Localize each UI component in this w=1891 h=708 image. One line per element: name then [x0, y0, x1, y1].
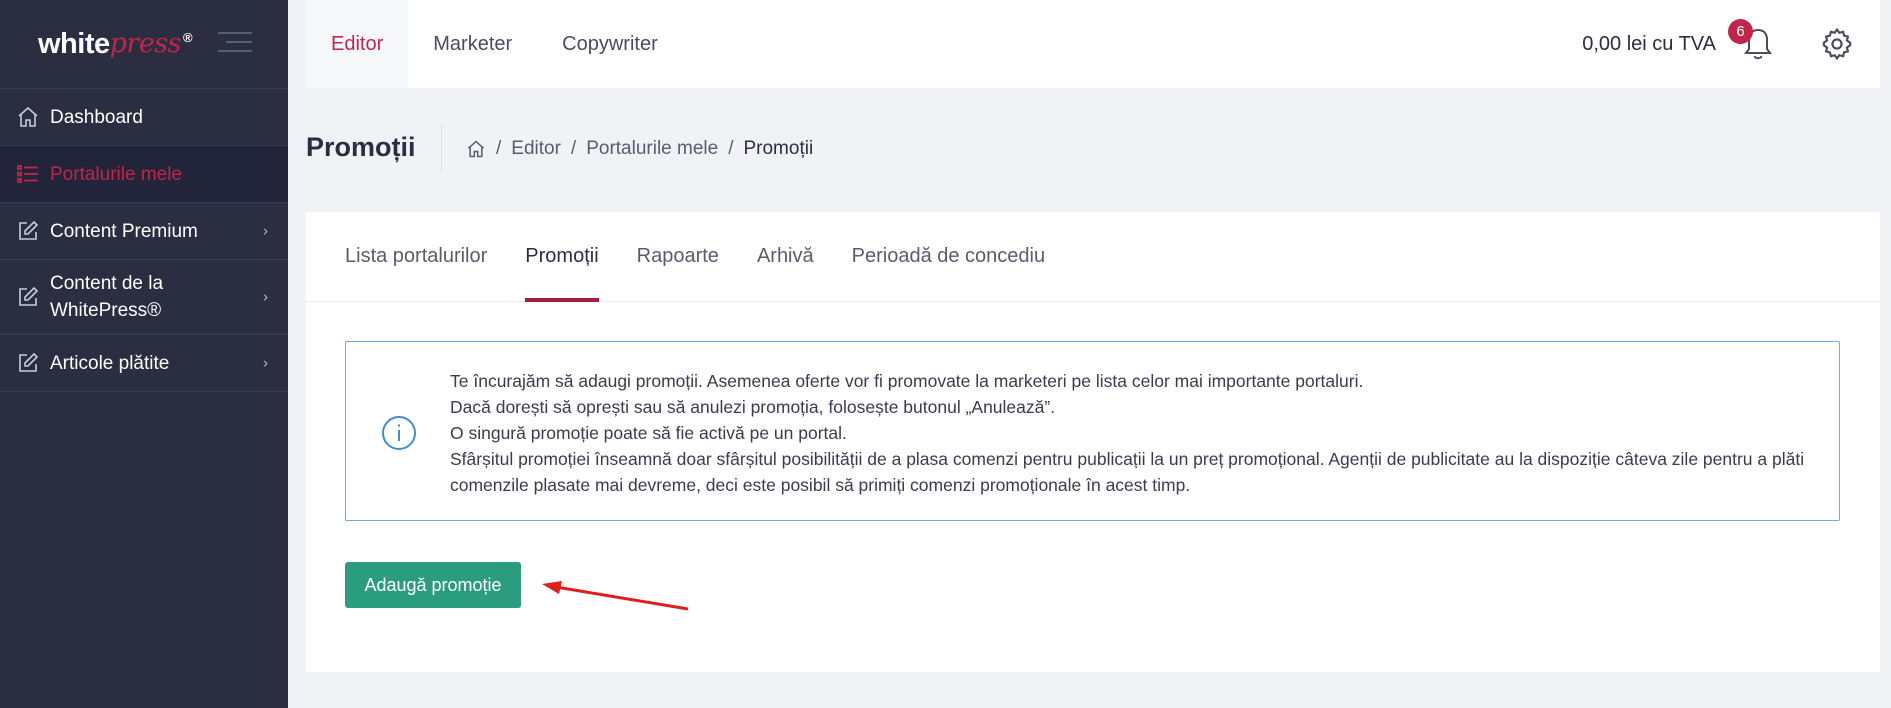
sidebar-item-portalurile-mele[interactable]: Portalurile mele	[0, 146, 288, 203]
sidebar: white press ® Dashboard Portalurile mele C…	[0, 0, 288, 708]
home-icon	[18, 106, 38, 127]
tab-promotii[interactable]: Promoții	[525, 212, 600, 302]
info-line: Dacă dorești să oprești sau să anulezi p…	[450, 397, 1056, 417]
edit-icon	[19, 220, 39, 240]
account-balance[interactable]: 0,00 lei cu TVA	[1582, 33, 1716, 56]
info-line: Te încurajăm să adaugi promoții. Asemene…	[450, 371, 1364, 391]
sidebar-item-label: Content Premium	[50, 220, 198, 242]
top-bar: Editor Marketer Copywriter 0,00 lei cu T…	[306, 0, 1880, 88]
breadcrumb: / Editor / Portalurile mele / Promoții	[466, 138, 813, 160]
breadcrumb-portalurile-mele[interactable]: Portalurile mele	[586, 138, 718, 160]
info-box: Te încurajăm să adaugi promoții. Asemene…	[345, 341, 1840, 521]
brand-area: white press ®	[0, 0, 288, 89]
chevron-right-icon: ›	[263, 288, 268, 306]
tab-lista-portalurilor[interactable]: Lista portalurilor	[345, 212, 487, 301]
chevron-right-icon: ›	[263, 354, 268, 372]
sidebar-item-articole-platite[interactable]: Articole plătite ›	[0, 335, 288, 392]
sidebar-item-label: Content de la WhitePress®	[50, 273, 164, 321]
menu-toggle-icon[interactable]	[218, 32, 252, 56]
page-title: Promoții	[306, 132, 416, 162]
sidebar-item-label: Articole plătite	[50, 352, 170, 374]
top-right-area: 0,00 lei cu TVA 6	[1582, 19, 1880, 64]
sidebar-item-content-whitepress[interactable]: Content de la WhitePress® ›	[0, 260, 288, 335]
annotation-arrow	[542, 581, 689, 611]
list-icon	[17, 165, 38, 183]
tab-perioada-de-concediu[interactable]: Perioadă de concediu	[852, 212, 1045, 301]
sidebar-item-label: Dashboard	[50, 106, 143, 128]
info-text: Te încurajăm să adaugi promoții. Asemene…	[450, 368, 1819, 498]
top-tab-editor[interactable]: Editor	[306, 0, 409, 88]
chevron-right-icon: ›	[263, 222, 268, 240]
add-promotion-button[interactable]: Adaugă promoție	[345, 562, 521, 608]
info-line: Sfârșitul promoției înseamnă doar sfârși…	[450, 449, 1805, 495]
edit-icon	[19, 286, 39, 306]
logo[interactable]: white press ®	[38, 27, 193, 61]
edit-icon	[19, 352, 39, 372]
home-icon[interactable]	[466, 139, 486, 159]
sidebar-item-content-premium[interactable]: Content Premium ›	[0, 203, 288, 260]
info-line: O singură promoție poate să fie activă p…	[450, 423, 847, 443]
title-divider	[441, 125, 442, 173]
breadcrumb-current: Promoții	[743, 138, 814, 159]
breadcrumb-separator: /	[728, 138, 734, 159]
tab-arhiva[interactable]: Arhivă	[757, 212, 814, 301]
notification-count-badge: 6	[1728, 19, 1753, 44]
section-tabs: Lista portalurilor Promoții Rapoarte Arh…	[306, 212, 1880, 302]
sidebar-item-label: Portalurile mele	[50, 163, 182, 185]
breadcrumb-separator: /	[570, 138, 577, 159]
logo-registered-mark: ®	[183, 29, 193, 45]
top-tab-copywriter[interactable]: Copywriter	[537, 0, 683, 88]
top-tab-marketer[interactable]: Marketer	[408, 0, 537, 88]
breadcrumb-separator: /	[496, 138, 502, 159]
sidebar-item-dashboard[interactable]: Dashboard	[0, 89, 288, 146]
logo-text-white: white	[38, 27, 110, 60]
info-icon	[382, 416, 416, 450]
breadcrumb-editor[interactable]: Editor	[511, 138, 561, 160]
logo-text-press: press	[109, 27, 182, 59]
settings-gear-icon[interactable]	[1820, 27, 1854, 61]
notifications-bell-icon[interactable]: 6	[1728, 19, 1778, 64]
tab-rapoarte[interactable]: Rapoarte	[637, 212, 719, 301]
